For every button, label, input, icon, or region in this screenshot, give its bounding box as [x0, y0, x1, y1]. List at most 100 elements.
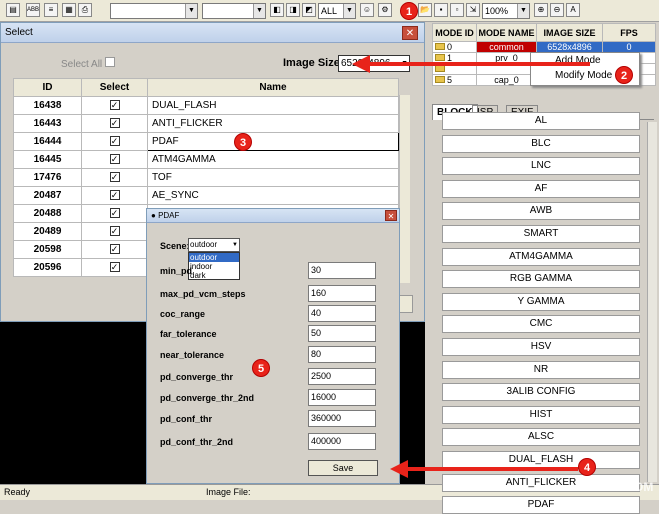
- zoom-in-icon[interactable]: ⊕: [534, 3, 548, 17]
- row-select[interactable]: ✓: [81, 222, 148, 241]
- row-select[interactable]: ✓: [81, 258, 148, 277]
- block-item[interactable]: AWB: [442, 202, 640, 221]
- watermark: TFRD.COM: [590, 480, 654, 494]
- table-row[interactable]: 16443 ✓ ANTI_FLICKER: [13, 114, 399, 133]
- param-input[interactable]: 16000: [308, 389, 376, 406]
- row-name: PDAF: [147, 132, 399, 151]
- nav-icon[interactable]: ◧: [270, 3, 284, 17]
- export-icon[interactable]: ⇲: [466, 3, 480, 17]
- nav3-icon[interactable]: ◩: [302, 3, 316, 17]
- select-all-label: Select All: [61, 57, 115, 70]
- settings-icon[interactable]: ⚙: [378, 3, 392, 17]
- row-select[interactable]: ✓: [81, 186, 148, 205]
- block-item[interactable]: NR: [442, 360, 640, 379]
- row-select[interactable]: ✓: [81, 150, 148, 169]
- toolbar-combo-2[interactable]: ▼: [202, 3, 266, 19]
- save-icon[interactable]: ▪: [434, 3, 448, 17]
- scene-dropdown: outdoor indoor dark: [188, 252, 240, 280]
- table-row[interactable]: 16444 ✓ PDAF: [13, 132, 399, 151]
- block-item[interactable]: BLC: [442, 134, 640, 153]
- block-item[interactable]: CMC: [442, 315, 640, 334]
- row-checkbox[interactable]: ✓: [109, 262, 120, 272]
- table-row[interactable]: 16445 ✓ ATM4GAMMA: [13, 150, 399, 169]
- print-icon[interactable]: ⎙: [78, 3, 92, 17]
- block-item[interactable]: ALSC: [442, 428, 640, 447]
- font-button[interactable]: A: [566, 3, 580, 17]
- col-fps: FPS: [602, 23, 656, 42]
- status-ready: Ready: [4, 487, 31, 497]
- folder-icon: [435, 43, 445, 50]
- row-select[interactable]: ✓: [81, 168, 148, 187]
- scene-option-dark[interactable]: dark: [189, 271, 239, 280]
- table-row[interactable]: 17476 ✓ TOF: [13, 168, 399, 187]
- block-item[interactable]: LNC: [442, 157, 640, 176]
- row-checkbox[interactable]: ✓: [109, 190, 120, 200]
- block-item[interactable]: HIST: [442, 405, 640, 424]
- row-checkbox[interactable]: ✓: [109, 100, 120, 110]
- row-checkbox[interactable]: ✓: [109, 226, 120, 236]
- param-input[interactable]: 40: [308, 305, 376, 322]
- row-checkbox[interactable]: ✓: [109, 172, 120, 182]
- scene-option-outdoor[interactable]: outdoor: [189, 253, 239, 262]
- pdaf-close-icon[interactable]: ✕: [385, 210, 397, 221]
- scene-select[interactable]: outdoor ▼: [188, 238, 240, 252]
- row-select[interactable]: ✓: [81, 204, 148, 223]
- row-id: 17476: [13, 168, 82, 187]
- block-item[interactable]: HSV: [442, 338, 640, 356]
- block-item[interactable]: SMART: [442, 225, 640, 243]
- folder-icon: [435, 76, 445, 83]
- select-all-checkbox[interactable]: [104, 57, 115, 67]
- mode-row[interactable]: 0 common 6528x4896 0: [432, 41, 656, 53]
- close-icon[interactable]: ✕: [402, 26, 418, 40]
- list-icon[interactable]: ≡: [44, 3, 58, 17]
- row-id: 16445: [13, 150, 82, 169]
- save-button[interactable]: Save: [308, 460, 378, 476]
- folder-open-icon[interactable]: 📂: [418, 3, 432, 17]
- table-row[interactable]: 16438 ✓ DUAL_FLASH: [13, 96, 399, 115]
- row-checkbox[interactable]: ✓: [109, 208, 120, 218]
- row-checkbox[interactable]: ✓: [109, 118, 120, 128]
- block-item[interactable]: RGB GAMMA: [442, 270, 640, 289]
- row-select[interactable]: ✓: [81, 240, 148, 259]
- row-checkbox[interactable]: ✓: [109, 136, 120, 146]
- param-input[interactable]: 2500: [308, 368, 376, 385]
- param-input[interactable]: 30: [308, 262, 376, 279]
- block-item[interactable]: ATM4GAMMA: [442, 247, 640, 266]
- save-as-icon[interactable]: ▫: [450, 3, 464, 17]
- nav2-icon[interactable]: ◨: [286, 3, 300, 17]
- param-input[interactable]: 360000: [308, 410, 376, 427]
- toolbar: ▤ ABB ≡ ▦ ⎙ ▼ ▼ ◧ ◨ ◩ ALL ▼ ☺ ⚙ 📂 ▪ ▫ ⇲ 1…: [0, 0, 659, 22]
- param-label: pd_conf_thr_2nd: [160, 437, 234, 447]
- scene-option-indoor[interactable]: indoor: [189, 262, 239, 271]
- row-name: ATM4GAMMA: [147, 150, 399, 169]
- row-select[interactable]: ✓: [81, 132, 148, 151]
- ok-button[interactable]: [399, 295, 413, 313]
- param-input[interactable]: 80: [308, 346, 376, 363]
- row-select[interactable]: ✓: [81, 96, 148, 115]
- block-scrollbar[interactable]: [647, 122, 657, 482]
- grid-icon[interactable]: ▦: [62, 3, 76, 17]
- people-icon[interactable]: ☺: [360, 3, 374, 17]
- zoom-out-icon[interactable]: ⊖: [550, 3, 564, 17]
- all-combo[interactable]: ALL ▼: [318, 3, 356, 19]
- table-row[interactable]: 20487 ✓ AE_SYNC: [13, 186, 399, 205]
- block-item[interactable]: 3ALIB CONFIG: [442, 383, 640, 402]
- param-input[interactable]: 160: [308, 285, 376, 302]
- open-icon[interactable]: ▤: [6, 3, 20, 17]
- abb-button[interactable]: ABB: [26, 3, 40, 17]
- callout-5: 5: [252, 359, 270, 377]
- row-checkbox[interactable]: ✓: [109, 244, 120, 254]
- block-item[interactable]: Y GAMMA: [442, 292, 640, 311]
- pdaf-title: ● PDAF: [147, 209, 399, 223]
- block-item[interactable]: AL: [442, 112, 640, 130]
- block-item[interactable]: AF: [442, 179, 640, 198]
- block-item[interactable]: PDAF: [442, 496, 640, 514]
- param-input[interactable]: 400000: [308, 433, 376, 450]
- row-select[interactable]: ✓: [81, 114, 148, 133]
- zoom-combo[interactable]: 100% ▼: [482, 3, 530, 19]
- param-input[interactable]: 50: [308, 325, 376, 342]
- row-checkbox[interactable]: ✓: [109, 154, 120, 164]
- toolbar-combo-1[interactable]: ▼: [110, 3, 198, 19]
- row-id: 16444: [13, 132, 82, 151]
- table-scrollbar[interactable]: [399, 95, 410, 283]
